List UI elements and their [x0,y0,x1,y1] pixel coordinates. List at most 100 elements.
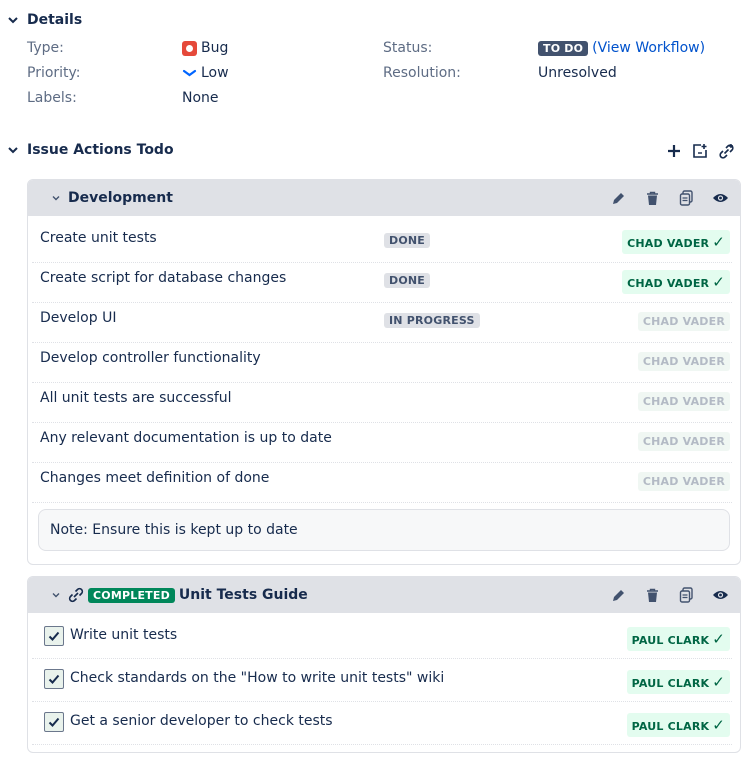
action-row[interactable]: Develop controller functionality CHAD VAD… [32,342,732,383]
unit-tests-panel-header[interactable]: COMPLETED Unit Tests Guide [28,577,740,613]
assignee-badge[interactable]: CHAD VADER [637,472,730,491]
action-text: Any relevant documentation is up to date [40,430,332,446]
details-title: Details [27,12,83,28]
action-text: Changes meet definition of done [40,470,270,486]
checkmark-icon: ✓ [712,673,725,691]
checkmark-icon: ✓ [712,716,725,734]
development-title: Development [68,190,173,206]
assignee-name: PAUL CLARK [631,677,710,690]
resolution-label: Resolution: [383,65,461,81]
assignee-badge[interactable]: CHAD VADER ✓ [622,230,730,254]
development-panel: Development Create unit tests DONE CHAD VA… [27,179,741,565]
checklist-row[interactable]: Write unit tests PAUL CLARK ✓ [32,615,732,659]
status-value: TO DO (View Workflow) [538,40,705,56]
action-row[interactable]: All unit tests are successful CHAD VADER [32,382,732,423]
workflow-close: ) [699,40,706,56]
type-value: Bug [182,40,228,56]
checkmark-icon: ✓ [712,273,725,291]
trash-icon[interactable] [642,585,662,605]
status-label: Status: [383,40,433,56]
assignee-badge[interactable]: PAUL CLARK ✓ [626,713,730,737]
checklist-text: Get a senior developer to check tests [70,713,333,729]
checklist-row[interactable]: Get a senior developer to check tests PAU… [32,701,732,745]
assignee-badge[interactable]: CHAD VADER ✓ [622,270,730,294]
action-status-lozenge[interactable]: IN PROGRESS [384,313,480,328]
details-header[interactable]: Details [7,12,82,28]
check-icon [48,631,60,641]
development-panel-header[interactable]: Development [28,180,740,216]
assignee-badge[interactable]: CHAD VADER [637,312,730,331]
priority-low-icon [182,69,197,77]
assignee-name: CHAD VADER [642,475,725,488]
action-text: All unit tests are successful [40,390,232,406]
chevron-down-icon[interactable] [51,193,61,203]
check-icon [48,717,60,727]
development-note: Note: Ensure this is kept up to date [38,509,730,551]
assignee-name: PAUL CLARK [631,634,710,647]
action-row[interactable]: Develop UI IN PROGRESS CHAD VADER [32,302,732,343]
checkbox[interactable] [44,712,64,732]
assignee-badge[interactable]: PAUL CLARK ✓ [626,627,730,651]
bug-icon [182,40,197,56]
edit-icon[interactable] [608,188,628,208]
assignee-name: CHAD VADER [627,277,710,290]
unit-tests-title: Unit Tests Guide [178,587,308,603]
action-text: Create unit tests [40,230,157,246]
eye-icon[interactable] [710,585,730,605]
assignee-badge[interactable]: PAUL CLARK ✓ [626,670,730,694]
plus-icon[interactable] [664,141,684,161]
assignee-name: CHAD VADER [642,315,725,328]
assignee-badge[interactable]: CHAD VADER [637,392,730,411]
checkmark-icon: ✓ [712,630,725,648]
issue-actions-header[interactable]: Issue Actions Todo [7,142,174,158]
eye-icon[interactable] [710,188,730,208]
checkbox[interactable] [44,669,64,689]
copy-icon[interactable] [676,188,696,208]
resolution-value: Unresolved [538,65,617,81]
checklist-row[interactable]: Check standards on the "How to write uni… [32,658,732,702]
status-lozenge[interactable]: TO DO [538,40,589,56]
chevron-down-icon[interactable] [51,590,61,600]
assignee-name: CHAD VADER [642,435,725,448]
action-row[interactable]: Changes meet definition of done CHAD VADE… [32,462,732,503]
type-label: Type: [27,40,64,56]
chevron-down-icon [8,17,18,24]
action-row[interactable]: Any relevant documentation is up to date… [32,422,732,463]
action-row[interactable]: Create script for database changes DONE CH… [32,262,732,303]
assignee-badge[interactable]: CHAD VADER [637,432,730,451]
unit-tests-panel: COMPLETED Unit Tests Guide Write unit te… [27,576,741,753]
action-status-lozenge[interactable]: DONE [384,273,431,288]
labels-label: Labels: [27,90,77,106]
check-icon [48,674,60,684]
issue-actions-title: Issue Actions Todo [27,142,174,158]
action-text: Develop UI [40,310,117,326]
assignee-badge[interactable]: CHAD VADER [637,352,730,371]
add-from-template-icon[interactable] [690,141,710,161]
copy-icon[interactable] [676,585,696,605]
priority-label: Priority: [27,65,81,81]
priority-value: Low [182,65,229,81]
note-text: Note: Ensure this is kept up to date [50,522,298,538]
priority-text: Low [201,65,229,81]
checkbox[interactable] [44,626,64,646]
completed-badge: COMPLETED [88,587,175,603]
type-text: Bug [201,40,229,56]
checkmark-icon: ✓ [712,233,725,251]
issue-actions-toolbar [664,141,736,161]
checklist-text: Write unit tests [70,627,178,643]
action-text: Develop controller functionality [40,350,261,366]
edit-icon[interactable] [608,585,628,605]
action-status-lozenge[interactable]: DONE [384,233,431,248]
assignee-name: PAUL CLARK [631,720,710,733]
trash-icon[interactable] [642,188,662,208]
assignee-name: CHAD VADER [642,355,725,368]
link-icon [68,587,84,603]
link-add-icon[interactable] [716,141,736,161]
action-text: Create script for database changes [40,270,287,286]
action-row[interactable]: Create unit tests DONE CHAD VADER ✓ [32,222,732,263]
labels-value: None [182,90,219,106]
view-workflow-link[interactable]: View Workflow [598,40,700,56]
assignee-name: CHAD VADER [642,395,725,408]
checklist-text: Check standards on the "How to write uni… [70,670,445,686]
chevron-down-icon [8,147,18,154]
